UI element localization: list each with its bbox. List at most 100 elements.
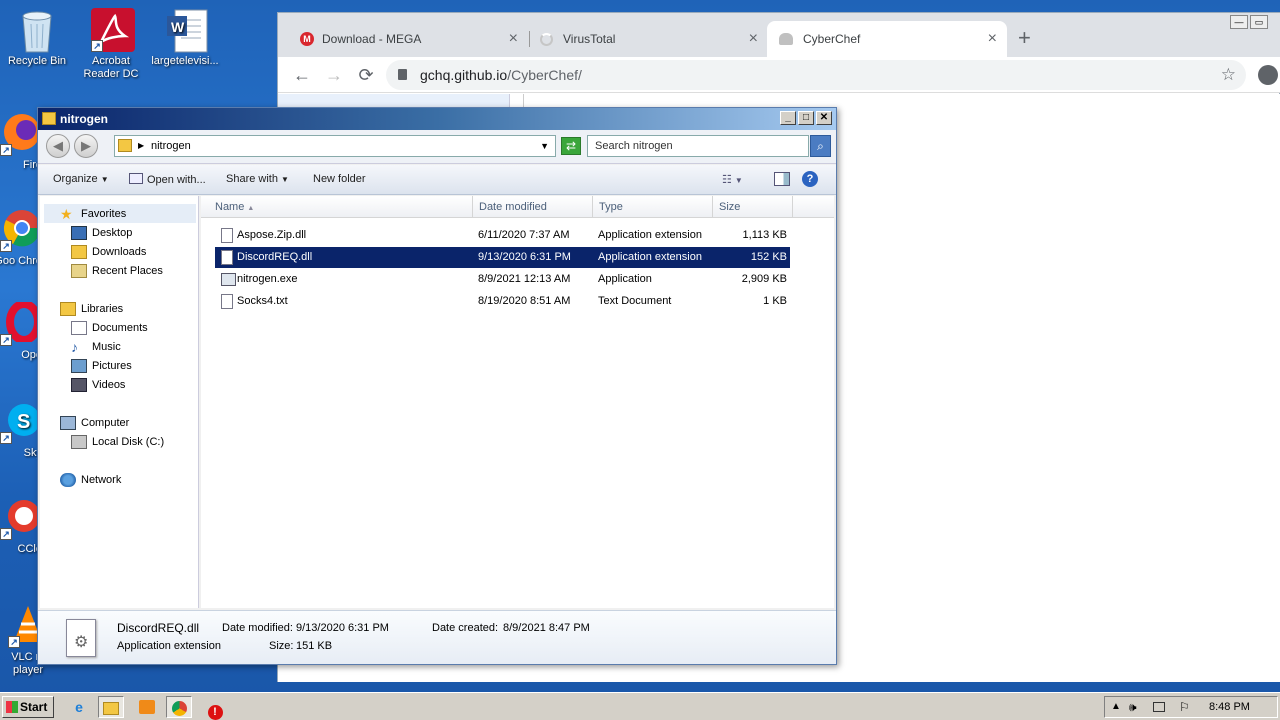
view-options-icon[interactable]: ☷ ▼ [722,173,743,186]
restore-icon[interactable]: ▭ [1250,15,1268,29]
browser-toolbar: ← → ⟳ gchq.github.io/CyberChef/ ☆ [278,57,1280,93]
dll-file-icon [221,250,233,265]
minimize-icon[interactable]: — [1230,15,1248,29]
clock[interactable]: 8:48 PM [1209,697,1250,717]
nav-network[interactable]: Network [60,473,121,487]
title-bar: nitrogen _ □ ✕ [38,108,836,130]
chrome-taskbar-icon[interactable] [166,696,192,718]
close-tab-icon[interactable]: × [509,30,518,48]
star-icon[interactable]: ☆ [1221,60,1236,90]
nav-recent-places[interactable]: Recent Places [71,264,163,278]
preview-pane-icon[interactable] [774,172,790,186]
tab-mega[interactable]: M Download - MEGA × [288,21,528,57]
new-folder-button[interactable]: New folder [313,173,366,185]
close-button[interactable]: ✕ [816,111,832,125]
minimize-button[interactable]: _ [780,111,796,125]
column-size[interactable]: Size [713,196,793,218]
libraries-icon [60,302,76,316]
profile-icon[interactable] [1258,65,1278,85]
forward-icon[interactable]: → [321,62,347,88]
address-bar[interactable]: gchq.github.io/CyberChef/ ☆ [386,60,1246,90]
volume-icon[interactable]: 🕪 [1129,697,1137,717]
nav-downloads[interactable]: Downloads [71,245,146,259]
details-pane: ⚙ DiscordREQ.dll Application extension D… [38,610,836,664]
details-created: 8/9/2021 8:47 PM [503,622,590,634]
desktop-icon [71,226,87,240]
network-tray-icon[interactable] [1153,702,1165,712]
back-icon[interactable]: ← [289,62,315,88]
nav-pictures[interactable]: Pictures [71,359,132,373]
page-panel [278,94,510,108]
column-date-modified[interactable]: Date modified [473,196,593,218]
stop-icon[interactable]: ! [202,696,228,720]
ccleaner-icon: ↗ [0,496,40,540]
desktop-icon-word-doc[interactable]: W largetelevisi... [150,8,220,68]
acrobat-icon: ↗ [91,8,135,52]
mega-icon: M [300,32,314,46]
nav-local-disk[interactable]: Local Disk (C:) [71,435,164,449]
search-input[interactable]: Search nitrogen [587,135,809,157]
forward-button[interactable]: ▶ [74,134,98,158]
dll-large-icon: ⚙ [66,619,96,657]
details-size-label: Size: [269,640,294,652]
tab-cyberchef[interactable]: CyberChef × [767,21,1007,57]
chevron-down-icon[interactable]: ▼ [540,136,549,156]
maximize-button[interactable]: □ [798,111,814,125]
organize-button[interactable]: Organize ▼ [53,173,109,185]
address-field[interactable]: ▶ nitrogen ▼ [114,135,556,157]
page-divider [523,94,524,108]
tray-expand-icon[interactable]: ▲ [1111,697,1121,717]
navigation-bar: ◀ ▶ ▶ nitrogen ▼ ⇄ Search nitrogen ⌕ [38,130,836,164]
ie-icon[interactable]: e [66,696,92,718]
desktop-icon-acrobat[interactable]: ↗ Acrobat Reader DC [76,8,146,81]
search-icon[interactable]: ⌕ [810,135,831,157]
nav-computer[interactable]: Computer [60,416,129,430]
open-with-icon [129,173,143,184]
reload-icon[interactable]: ⟳ [353,62,379,88]
column-type[interactable]: Type [593,196,713,218]
column-header: Name ▲ Date modified Type Size [201,196,834,218]
nav-desktop[interactable]: Desktop [71,226,132,240]
flag-icon[interactable]: ⚐ [1179,697,1190,717]
back-button[interactable]: ◀ [46,134,70,158]
details-name: DiscordREQ.dll [117,621,200,635]
sort-ascending-icon: ▲ [247,205,255,212]
close-tab-icon[interactable]: × [749,30,758,48]
close-tab-icon[interactable]: × [988,30,997,48]
breadcrumb-arrow-icon[interactable]: ▶ [138,136,144,156]
column-name[interactable]: Name ▲ [209,196,473,218]
nav-documents[interactable]: Documents [71,321,148,335]
help-icon[interactable]: ? [802,171,818,187]
svg-text:W: W [171,19,185,35]
file-row[interactable]: Aspose.Zip.dll 6/11/2020 7:37 AM Applica… [215,225,790,246]
recycle-bin-icon [17,8,57,53]
chef-icon [779,33,793,45]
recent-places-icon [71,264,87,278]
system-tray: ▲ 🕪 ⚐ 8:48 PM [1104,696,1278,718]
lock-icon [398,69,407,80]
details-size: 151 KB [296,640,333,652]
exe-file-icon [221,273,236,286]
nav-videos[interactable]: Videos [71,378,125,392]
nav-music[interactable]: ♪ Music [71,340,121,354]
start-button[interactable]: Start [2,696,54,718]
open-with-button[interactable]: Open with... [129,173,206,186]
desktop-icon-recycle-bin[interactable]: Recycle Bin [2,8,72,68]
folder-icon [118,139,132,152]
dll-file-icon [221,228,233,243]
new-tab-button[interactable]: + [1018,25,1031,51]
network-icon [60,473,76,487]
media-player-icon[interactable] [134,696,160,718]
nav-favorites[interactable]: ★ Favorites [60,207,126,221]
explorer-taskbar-icon[interactable] [98,696,124,718]
firefox-icon: ↗ [0,112,40,156]
tab-virustotal[interactable]: VirusTotal × [528,21,768,57]
file-row[interactable]: nitrogen.exe 8/9/2021 12:13 AM Applicati… [215,269,790,290]
file-row[interactable]: Socks4.txt 8/19/2020 8:51 AM Text Docume… [215,291,790,312]
share-with-button[interactable]: Share with ▼ [226,173,289,185]
chevron-down-icon: ▼ [100,175,109,184]
file-row[interactable]: DiscordREQ.dll 9/13/2020 6:31 PM Applica… [215,247,790,268]
refresh-button[interactable]: ⇄ [561,137,581,155]
star-icon: ★ [60,206,73,222]
nav-libraries[interactable]: Libraries [60,302,123,316]
